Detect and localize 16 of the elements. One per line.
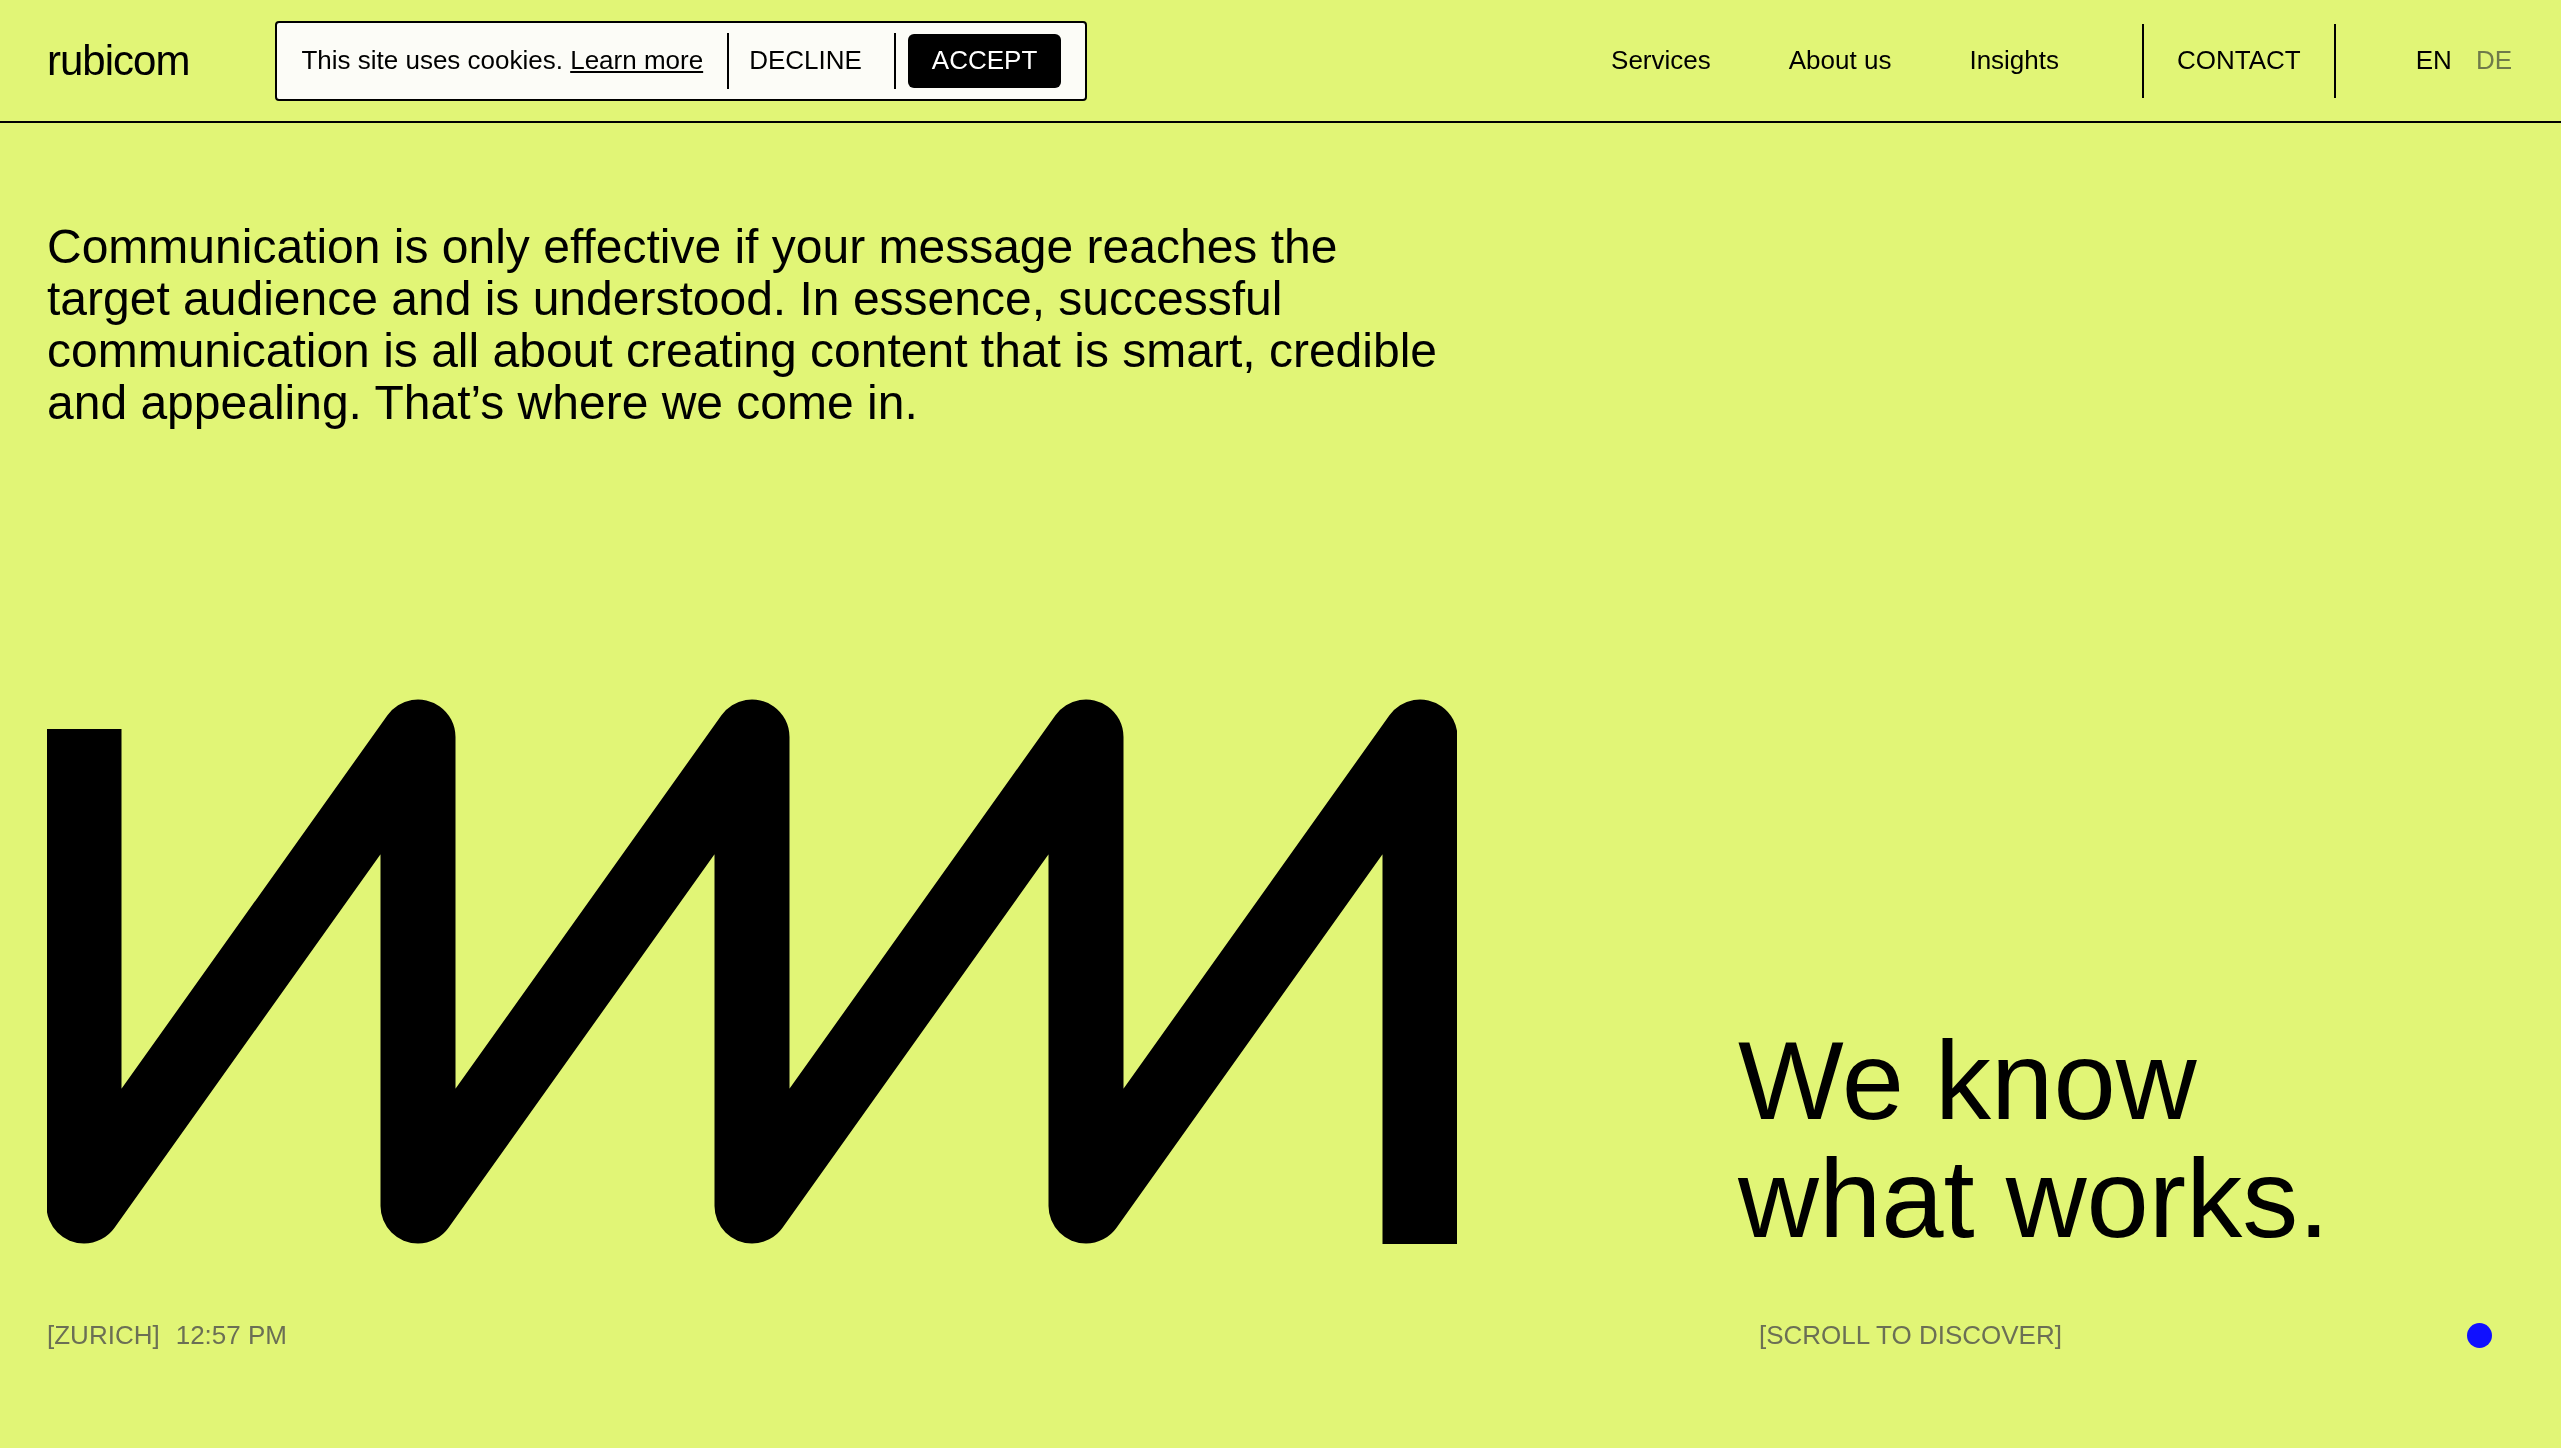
nav-link[interactable]: About us [1788, 41, 1892, 80]
learn-more-link[interactable]: Learn more [570, 45, 704, 75]
contact-link[interactable]: CONTACT [2144, 41, 2334, 80]
intro-paragraph: Communication is only effective if your message reaches the target audience and is understood. In essence, successful communication is all about creating content that is smart, credible and appealing. That’s where we come in. [47, 221, 1438, 429]
city-label: [ZURICH] [47, 1319, 160, 1352]
headline: We know what works. [1738, 1022, 2330, 1258]
decline-button[interactable]: DECLINE [741, 33, 870, 88]
time-label: 12:57 PM [175, 1319, 287, 1352]
language-link[interactable]: DE [2475, 41, 2512, 80]
language-link[interactable]: EN [2415, 41, 2452, 80]
nav-link[interactable]: Services [1611, 41, 1711, 80]
logo[interactable]: rubicom [47, 29, 190, 92]
nav-link[interactable]: Insights [1969, 41, 2059, 80]
cookie-message: This site uses cookies. Learn more [301, 44, 704, 77]
scroll-hint: [SCROLL TO DISCOVER] [1758, 1319, 2062, 1352]
accept-button[interactable]: ACCEPT [907, 33, 1062, 88]
